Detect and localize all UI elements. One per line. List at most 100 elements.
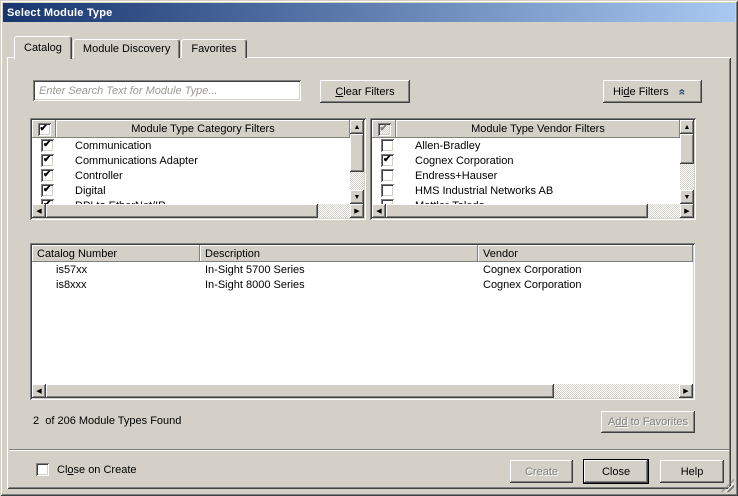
scrollbar-track[interactable] xyxy=(350,172,364,190)
vendor-checkbox[interactable] xyxy=(381,154,394,167)
category-filter-item[interactable]: Communications Adapter xyxy=(32,153,350,168)
arrow-right-icon: ▶ xyxy=(683,388,688,395)
hide-filters-label-rest: e Filters xyxy=(630,86,669,98)
scrollbar-thumb[interactable] xyxy=(46,204,318,218)
vendor-select-all-cell[interactable] xyxy=(372,120,396,138)
scroll-right-button[interactable]: ▶ xyxy=(350,204,364,218)
category-filter-item[interactable]: Digital xyxy=(32,183,350,198)
scrollbar-thumb[interactable] xyxy=(386,204,648,218)
scrollbar-thumb[interactable] xyxy=(350,134,364,172)
scroll-down-button[interactable]: ▼ xyxy=(680,190,694,204)
description-cell: In-Sight 8000 Series xyxy=(200,279,478,291)
tab-module-discovery[interactable]: Module Discovery xyxy=(73,39,180,58)
vendor-checkbox[interactable] xyxy=(381,139,394,152)
bottom-separator xyxy=(9,449,729,451)
scroll-left-button[interactable]: ◀ xyxy=(32,384,46,398)
scrollbar-thumb[interactable] xyxy=(680,134,694,164)
scroll-up-button[interactable]: ▲ xyxy=(680,120,694,134)
vendor-label: Cognex Corporation xyxy=(415,155,513,167)
arrow-down-icon: ▼ xyxy=(684,194,691,201)
close-on-create-option[interactable]: Close on Create xyxy=(36,463,137,476)
vendor-vertical-scrollbar[interactable]: ▲ ▼ xyxy=(680,120,694,204)
add-to-favorites-label: A xyxy=(608,416,615,428)
help-button[interactable]: Help xyxy=(660,460,724,483)
vendor-horizontal-scrollbar[interactable]: ◀ ▶ xyxy=(372,204,694,218)
category-horizontal-scrollbar[interactable]: ◀ ▶ xyxy=(32,204,364,218)
results-body: is57xx In-Sight 5700 Series Cognex Corpo… xyxy=(32,262,693,384)
vendor-checkbox[interactable] xyxy=(381,184,394,197)
scrollbar-track[interactable] xyxy=(554,384,679,398)
add-to-favorites-mnemonic: dd xyxy=(615,416,627,428)
tab-catalog[interactable]: Catalog xyxy=(14,36,72,59)
vendor-filter-list: Module Type Vendor Filters Allen-Bradley… xyxy=(370,118,696,220)
category-checkbox[interactable] xyxy=(41,184,54,197)
category-filter-item[interactable]: Communication xyxy=(32,138,350,153)
close-on-create-checkbox[interactable] xyxy=(36,463,49,476)
vendor-filter-item[interactable]: Allen-Bradley xyxy=(372,138,680,153)
vendor-checkbox[interactable] xyxy=(381,199,394,204)
arrow-down-icon: ▼ xyxy=(354,194,361,201)
arrow-up-icon: ▲ xyxy=(354,124,361,131)
vendor-select-all-checkbox[interactable] xyxy=(378,123,391,136)
vendor-label: HMS Industrial Networks AB xyxy=(415,185,553,197)
category-filter-item[interactable]: Controller xyxy=(32,168,350,183)
catalog-number-cell: is57xx xyxy=(32,264,200,276)
arrow-up-icon: ▲ xyxy=(684,124,691,131)
close-button[interactable]: Close xyxy=(584,460,648,483)
column-header-catalog-number[interactable]: Catalog Number xyxy=(32,245,200,262)
category-checkbox[interactable] xyxy=(41,169,54,182)
scroll-left-button[interactable]: ◀ xyxy=(32,204,46,218)
table-row[interactable]: is57xx In-Sight 5700 Series Cognex Corpo… xyxy=(32,262,693,277)
category-checkbox[interactable] xyxy=(41,154,54,167)
title-bar[interactable]: Select Module Type xyxy=(3,3,735,22)
category-label: Communications Adapter xyxy=(75,155,198,167)
category-label: Communication xyxy=(75,140,151,152)
category-vertical-scrollbar[interactable]: ▲ ▼ xyxy=(350,120,364,204)
category-filter-header: Module Type Category Filters xyxy=(56,120,350,138)
category-select-all-checkbox[interactable] xyxy=(38,123,51,136)
catalog-tab-panel: Clear Filters Hide Filters « Module Type… xyxy=(7,57,731,489)
collapse-up-chevrons-icon: « xyxy=(677,88,687,95)
arrow-right-icon: ▶ xyxy=(684,208,689,215)
category-filter-header-row: Module Type Category Filters xyxy=(32,120,350,138)
clear-filters-mnemonic: C xyxy=(335,86,343,98)
search-input[interactable] xyxy=(33,80,301,101)
vendor-filter-header-row: Module Type Vendor Filters xyxy=(372,120,680,138)
category-select-all-cell[interactable] xyxy=(32,120,56,138)
module-results-table: Catalog Number Description Vendor is57xx… xyxy=(30,243,695,400)
results-horizontal-scrollbar[interactable]: ◀ ▶ xyxy=(32,384,693,398)
scroll-right-button[interactable]: ▶ xyxy=(680,204,694,218)
status-module-types-found: 2 of 206 Module Types Found xyxy=(33,415,181,427)
tab-strip: Catalog Module Discovery Favorites xyxy=(7,35,248,58)
table-row[interactable]: is8xxx In-Sight 8000 Series Cognex Corpo… xyxy=(32,277,693,292)
scrollbar-track[interactable] xyxy=(648,204,680,218)
scroll-up-button[interactable]: ▲ xyxy=(350,120,364,134)
create-button[interactable]: Create xyxy=(510,460,573,483)
vendor-filter-item[interactable]: HMS Industrial Networks AB xyxy=(372,183,680,198)
add-to-favorites-button[interactable]: Add to Favorites xyxy=(601,411,695,433)
scroll-down-button[interactable]: ▼ xyxy=(350,190,364,204)
close-on-create-label: Close on Create xyxy=(57,464,137,476)
column-header-vendor[interactable]: Vendor xyxy=(478,245,693,262)
vendor-filter-item[interactable]: Cognex Corporation xyxy=(372,153,680,168)
hide-filters-button[interactable]: Hide Filters « xyxy=(603,80,702,103)
category-checkbox[interactable] xyxy=(41,199,54,204)
arrow-left-icon: ◀ xyxy=(36,208,41,215)
vendor-label: Endress+Hauser xyxy=(415,170,497,182)
category-checkbox[interactable] xyxy=(41,139,54,152)
tab-favorites[interactable]: Favorites xyxy=(181,39,246,58)
vendor-filter-item[interactable]: Endress+Hauser xyxy=(372,168,680,183)
select-module-type-dialog: Select Module Type Catalog Module Discov… xyxy=(0,0,738,496)
scrollbar-thumb[interactable] xyxy=(46,384,554,398)
scroll-right-button[interactable]: ▶ xyxy=(679,384,693,398)
clear-filters-button[interactable]: Clear Filters xyxy=(320,80,410,103)
scroll-left-button[interactable]: ◀ xyxy=(372,204,386,218)
column-header-description[interactable]: Description xyxy=(200,245,478,262)
scrollbar-track[interactable] xyxy=(318,204,350,218)
vendor-checkbox[interactable] xyxy=(381,169,394,182)
catalog-number-cell: is8xxx xyxy=(32,279,200,291)
clear-filters-label-rest: lear Filters xyxy=(343,86,394,98)
scrollbar-track[interactable] xyxy=(680,164,694,190)
results-header-row: Catalog Number Description Vendor xyxy=(32,245,693,262)
vendor-filter-header: Module Type Vendor Filters xyxy=(396,120,680,138)
